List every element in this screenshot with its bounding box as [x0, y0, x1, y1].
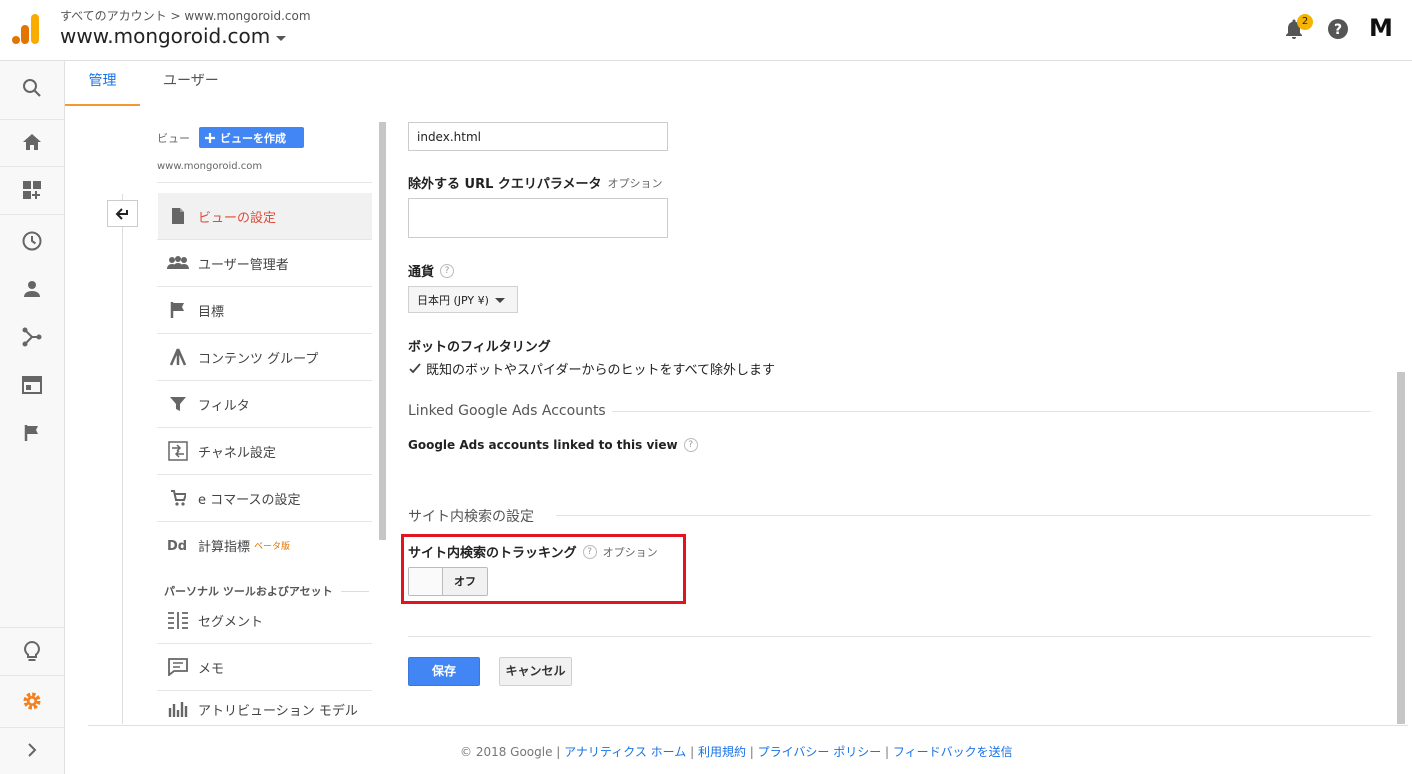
acquisition-icon[interactable] [0, 314, 64, 360]
help-question-icon[interactable]: ? [440, 263, 455, 278]
nav-item-filters[interactable]: フィルタ [158, 381, 372, 427]
nav-item-content-groups[interactable]: コンテンツ グループ [158, 334, 372, 380]
document-icon [158, 207, 198, 225]
highlight-box [401, 534, 686, 604]
main-scrollbar[interactable] [1397, 372, 1405, 724]
nav-item-attribution-models[interactable]: アトリビューション モデル [158, 692, 372, 726]
tab-admin[interactable]: 管理 [65, 61, 140, 106]
content-group-icon [158, 348, 198, 366]
svg-text:Dd: Dd [167, 539, 187, 552]
exclude-params-label: 除外する URL クエリパラメータ オプション [408, 176, 663, 193]
footer-link-feedback[interactable]: フィードバックを送信 [893, 745, 1013, 759]
nav-item-view-settings[interactable]: ビューの設定 [158, 193, 372, 239]
search-icon[interactable] [0, 65, 64, 111]
bot-filter-checkbox[interactable]: 既知のボットやスパイダーからのヒットをすべて除外します [408, 359, 775, 378]
nav-item-label: 目標 [198, 304, 225, 320]
nav-item-segments[interactable]: セグメント [158, 597, 372, 643]
people-icon [158, 256, 198, 270]
nav-scrollbar[interactable] [379, 122, 386, 540]
bot-filter-checkbox-label: 既知のボットやスパイダーからのヒットをすべて除外します [426, 363, 776, 378]
footer-link-privacy[interactable]: プライバシー ポリシー [758, 745, 882, 759]
nav-item-label: メモ [198, 661, 225, 677]
conversions-flag-icon[interactable] [0, 410, 64, 456]
nav-item-label: フィルタ [198, 398, 250, 414]
attribution-icon [158, 700, 198, 718]
currency-select[interactable]: 日本円 (JPY ¥) [408, 286, 518, 313]
audience-person-icon[interactable] [0, 266, 64, 312]
notification-count-badge: 2 [1297, 14, 1313, 30]
beta-badge: ベータ版 [254, 541, 291, 552]
site-search-section-title: サイト内検索の設定 [408, 509, 534, 525]
nav-item-calculated-metrics[interactable]: Dd 計算指標 ベータ版 [158, 522, 372, 568]
home-icon[interactable] [0, 119, 64, 165]
default-page-input[interactable]: index.html [408, 122, 668, 151]
bot-filter-label: ボットのフィルタリング [408, 340, 551, 355]
nav-item-label: チャネル設定 [198, 445, 276, 461]
filter-icon [158, 396, 198, 412]
segment-icon [158, 611, 198, 629]
customization-icon[interactable] [0, 167, 64, 213]
nav-item-channel-settings[interactable]: チャネル設定 [158, 428, 372, 474]
flag-icon [158, 301, 198, 319]
exclude-params-textarea[interactable] [408, 198, 668, 238]
nav-item-user-management[interactable]: ユーザー管理者 [158, 240, 372, 286]
copyright-text: © 2018 Google [460, 745, 553, 759]
property-selector[interactable]: www.mongoroid.com [60, 24, 287, 48]
save-button[interactable]: 保存 [408, 657, 480, 686]
svg-text:?: ? [1334, 22, 1342, 38]
nav-item-label: ビューの設定 [198, 210, 277, 226]
collapse-back-button[interactable] [107, 200, 138, 227]
analytics-logo-icon[interactable] [12, 14, 40, 44]
channel-icon [158, 441, 198, 461]
nav-item-label: アトリビューション モデル [198, 703, 358, 719]
footer-link-terms[interactable]: 利用規約 [698, 745, 746, 759]
admin-gear-icon[interactable] [0, 678, 64, 724]
nav-item-label: 計算指標 [198, 539, 251, 555]
create-view-label: ビューを作成 [220, 131, 286, 145]
nav-item-memo[interactable]: メモ [158, 644, 372, 690]
cart-icon [158, 490, 198, 506]
property-name: www.mongoroid.com [60, 24, 271, 48]
help-icon[interactable]: ? [1327, 18, 1349, 40]
nav-item-label: セグメント [198, 614, 264, 630]
create-view-button[interactable]: ビューを作成 [199, 127, 304, 148]
footer-link-analytics-home[interactable]: アナリティクス ホーム [564, 745, 686, 759]
column-divider [122, 194, 123, 724]
memo-icon [158, 658, 198, 676]
expand-chevron-right-icon[interactable] [0, 727, 64, 773]
account-avatar[interactable]: M [1369, 14, 1393, 42]
admin-tabs: 管理 ユーザー [65, 61, 1412, 106]
chevron-down-icon [276, 35, 287, 41]
currency-label: 通貨 ? [408, 261, 455, 280]
left-rail [0, 61, 65, 774]
linked-ads-section-title: Linked Google Ads Accounts [408, 403, 606, 419]
chevron-down-icon [494, 298, 505, 303]
view-selector[interactable]: www.mongoroid.com [157, 161, 262, 172]
help-question-icon[interactable]: ? [683, 438, 698, 452]
back-arrow-icon [115, 207, 128, 220]
cancel-button[interactable]: キャンセル [499, 657, 572, 686]
linked-ads-label: Google Ads accounts linked to this view … [408, 438, 698, 452]
insights-bulb-icon[interactable] [0, 629, 64, 675]
nav-item-label: e コマースの設定 [198, 492, 301, 508]
plus-icon [205, 132, 215, 143]
nav-item-label: コンテンツ グループ [198, 351, 319, 367]
checkmark-icon [409, 362, 421, 373]
nav-item-label: ユーザー管理者 [198, 257, 289, 273]
account-breadcrumb[interactable]: すべてのアカウント > www.mongoroid.com [60, 7, 311, 24]
tab-user[interactable]: ユーザー [163, 61, 219, 106]
nav-item-ecommerce[interactable]: e コマースの設定 [158, 475, 372, 521]
nav-item-goals[interactable]: 目標 [158, 287, 372, 333]
realtime-clock-icon[interactable] [0, 218, 64, 264]
footer: © 2018 Google | アナリティクス ホーム | 利用規約 | プライ… [460, 745, 1013, 759]
dd-icon: Dd [158, 538, 198, 552]
top-header: すべてのアカウント > www.mongoroid.com www.mongor… [0, 0, 1412, 61]
view-column-label: ビュー [157, 132, 190, 145]
behavior-icon[interactable] [0, 362, 64, 408]
